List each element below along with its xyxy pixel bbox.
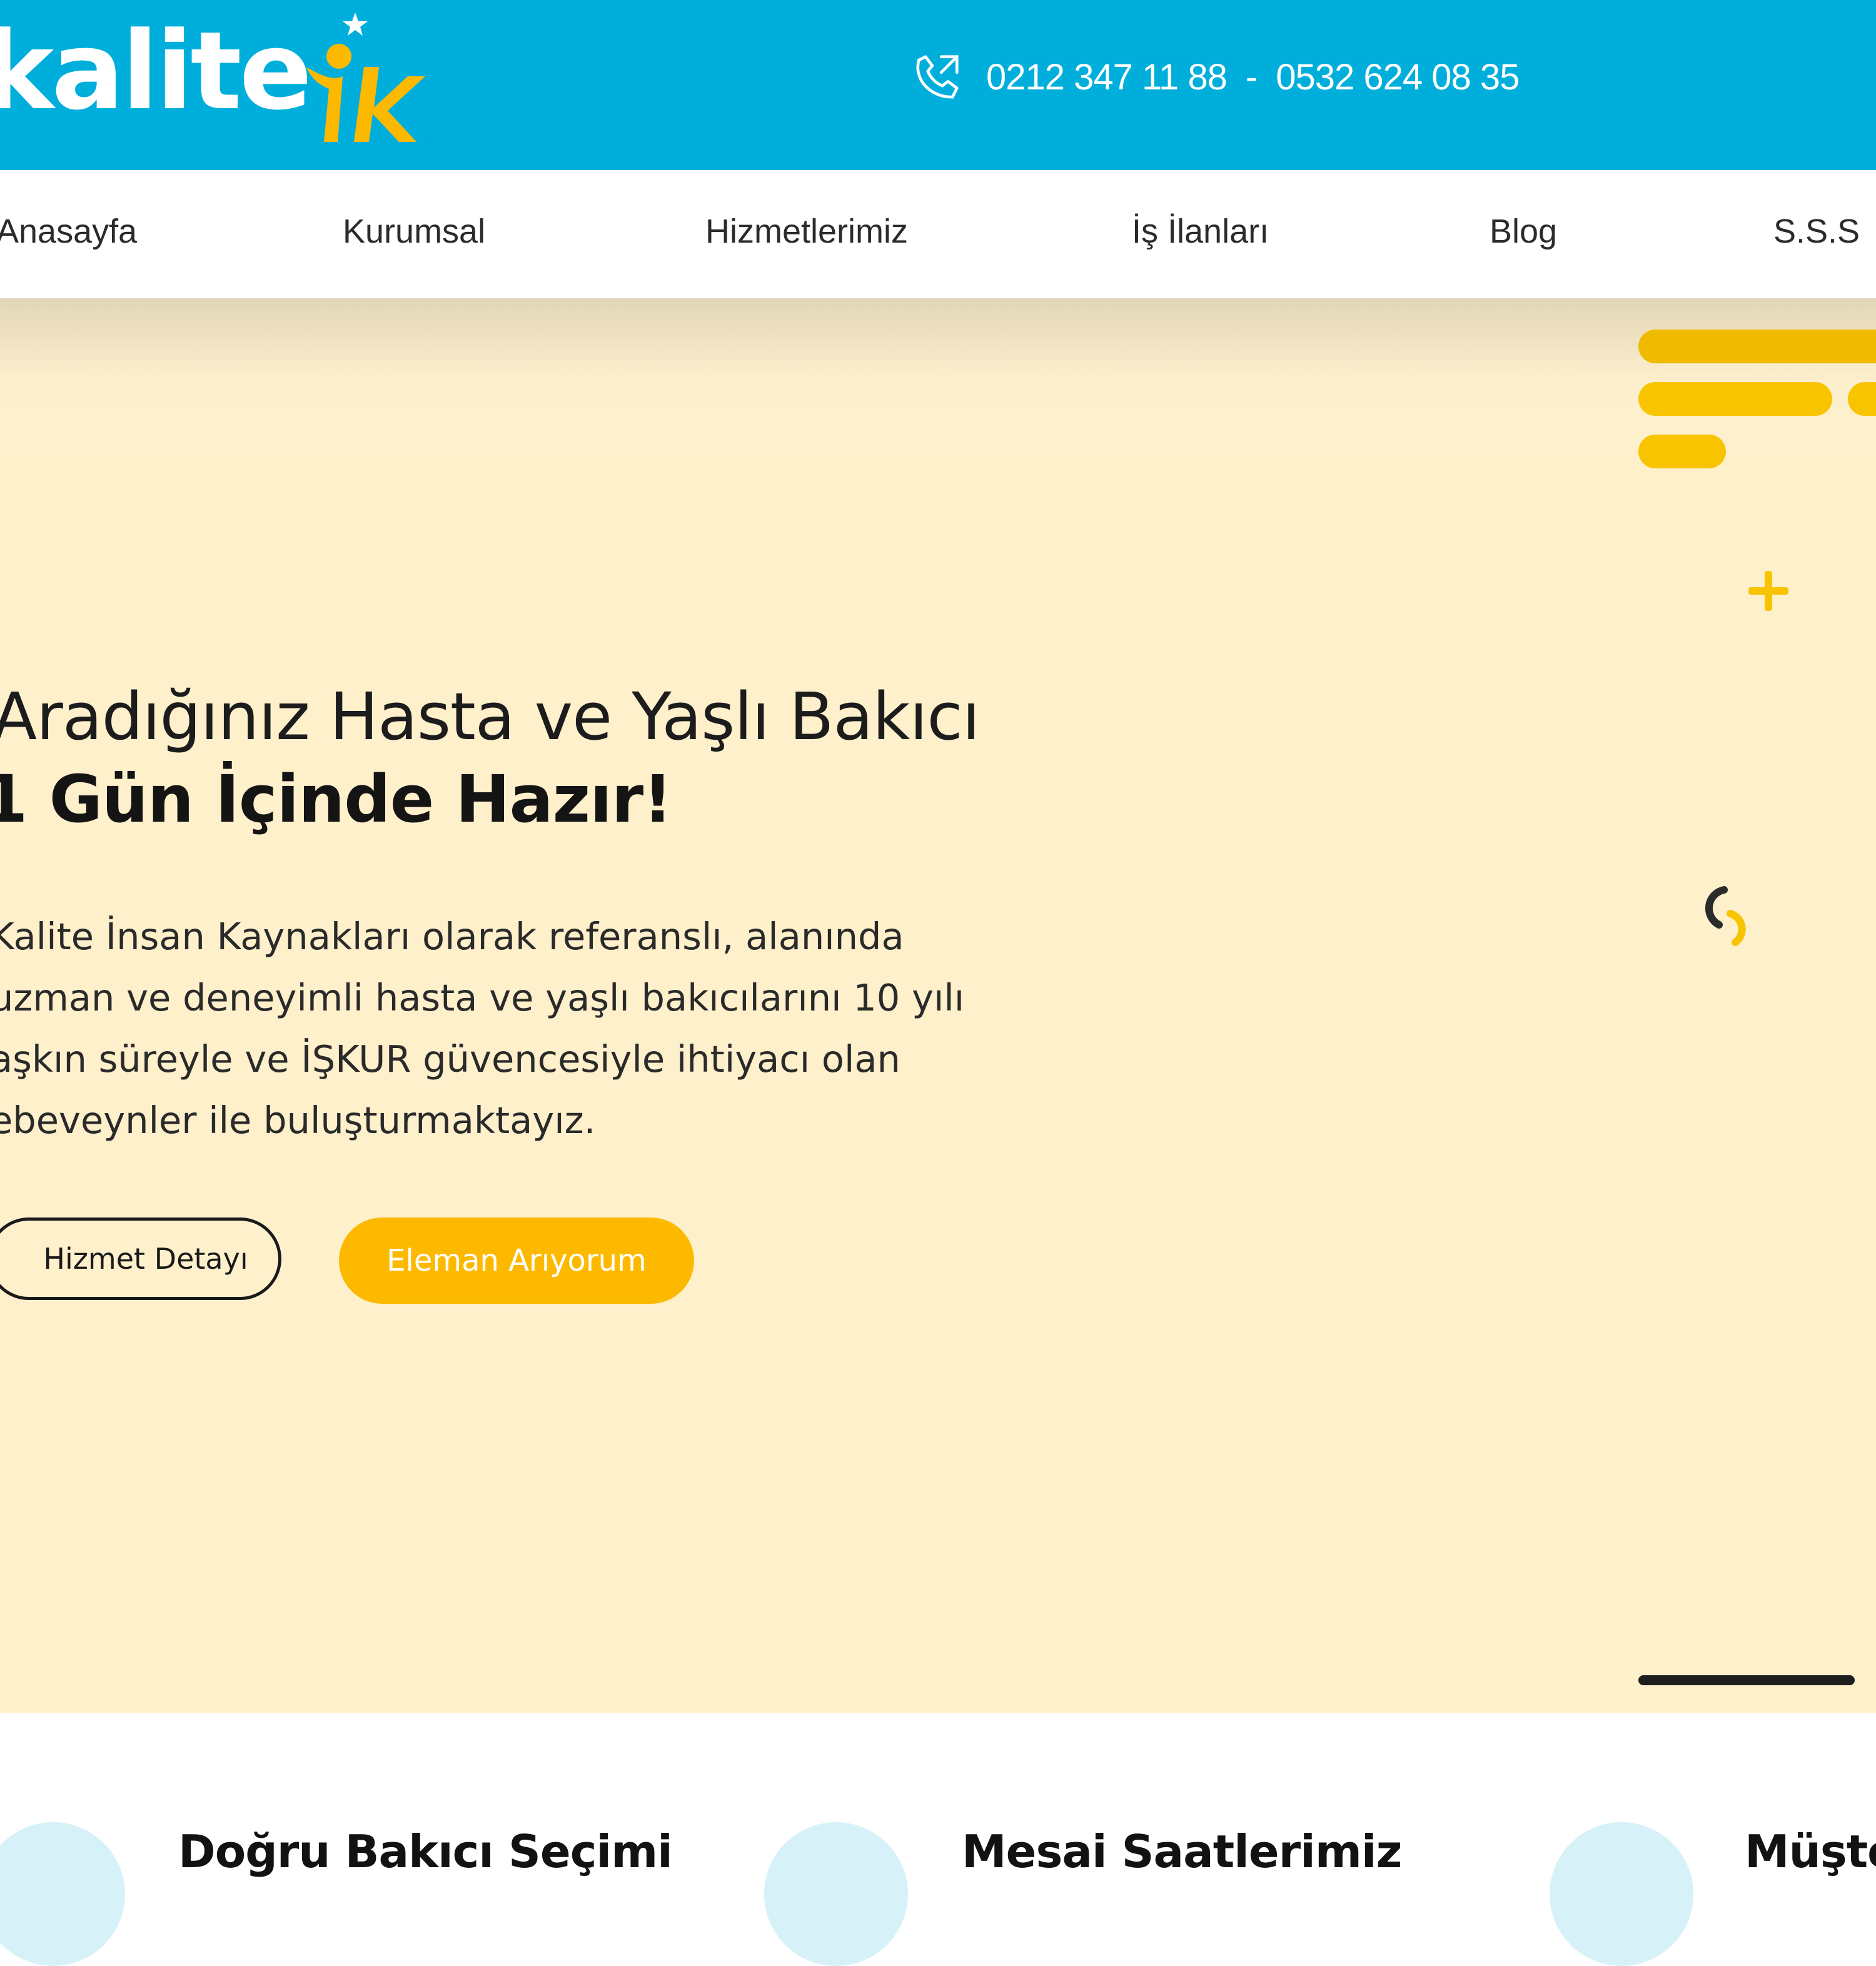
looking-for-staff-button[interactable]: Eleman Arıyorum [339,1217,694,1304]
hero-description-line: ebeveynler ile buluşturmaktayız. [0,1099,596,1142]
decorative-bar [1848,382,1876,416]
hero-description-line: Kalite İnsan Kaynakları olarak referansl… [0,915,904,958]
service-detail-button[interactable]: Hizmet Detayı [0,1217,281,1300]
decorative-bar [1638,382,1832,416]
nav-item-sss[interactable]: S.S.S [1773,170,1860,298]
contact-phones: 0212 347 11 88 - 0532 624 08 35 [910,47,1520,107]
phone-number-1[interactable]: 0212 347 11 88 [986,56,1228,98]
nav-item-hizmetlerimiz[interactable]: Hizmetlerimiz [705,170,908,298]
hero-description-line: uzman ve deneyimli hasta ve yaşlı bakıcı… [0,976,965,1019]
logo[interactable]: kalite [0,0,438,170]
feature-title: Mesai Saatlerimiz [962,1825,1402,1878]
slider-indicator[interactable] [1638,1675,1855,1685]
person-icon [0,1822,125,1966]
plus-icon [1748,571,1788,611]
loading-spinner-icon [1705,886,1746,946]
hero-description-line: aşkın süreyle ve İŞKUR güvencesiyle ihti… [0,1037,900,1081]
logo-wordmark: kalite [0,8,312,134]
checklist-icon [1550,1822,1693,1966]
hero-title-line1: Aradığınız Hasta ve Yaşlı Bakıcı [0,678,980,755]
clock-icon [764,1822,908,1966]
phone-number-2[interactable]: 0532 624 08 35 [1276,56,1520,98]
header-bar: kalite 0212 347 11 88 - 0532 624 08 35 [0,0,1876,170]
nav-item-anasayfa[interactable]: Anasayfa [0,170,137,298]
phone-separator: - [1245,56,1258,98]
decorative-bar [1638,435,1726,468]
feature-title: Müşteri [1745,1825,1876,1878]
main-nav: Anasayfa Kurumsal Hizmetlerimiz İş İlanl… [0,170,1876,298]
hero-section: Aradığınız Hasta ve Yaşlı Bakıcı 1 Gün İ… [0,298,1876,1713]
hero-description: Kalite İnsan Kaynakları olarak referansl… [0,906,1053,1151]
decorative-bar [1638,330,1876,363]
nav-item-blog[interactable]: Blog [1490,170,1557,298]
nav-item-is-ilanlari[interactable]: İş İlanları [1132,170,1269,298]
phone-outgoing-icon [916,55,959,99]
nav-item-kurumsal[interactable]: Kurumsal [343,170,485,298]
feature-title: Doğru Bakıcı Seçimi [178,1825,673,1878]
logo-ik-icon [306,13,425,142]
features-section: Doğru Bakıcı Seçimi Mesai Saatlerimiz Mü… [0,1713,1876,1966]
hero-title-line2: 1 Gün İçinde Hazır! [0,761,673,837]
